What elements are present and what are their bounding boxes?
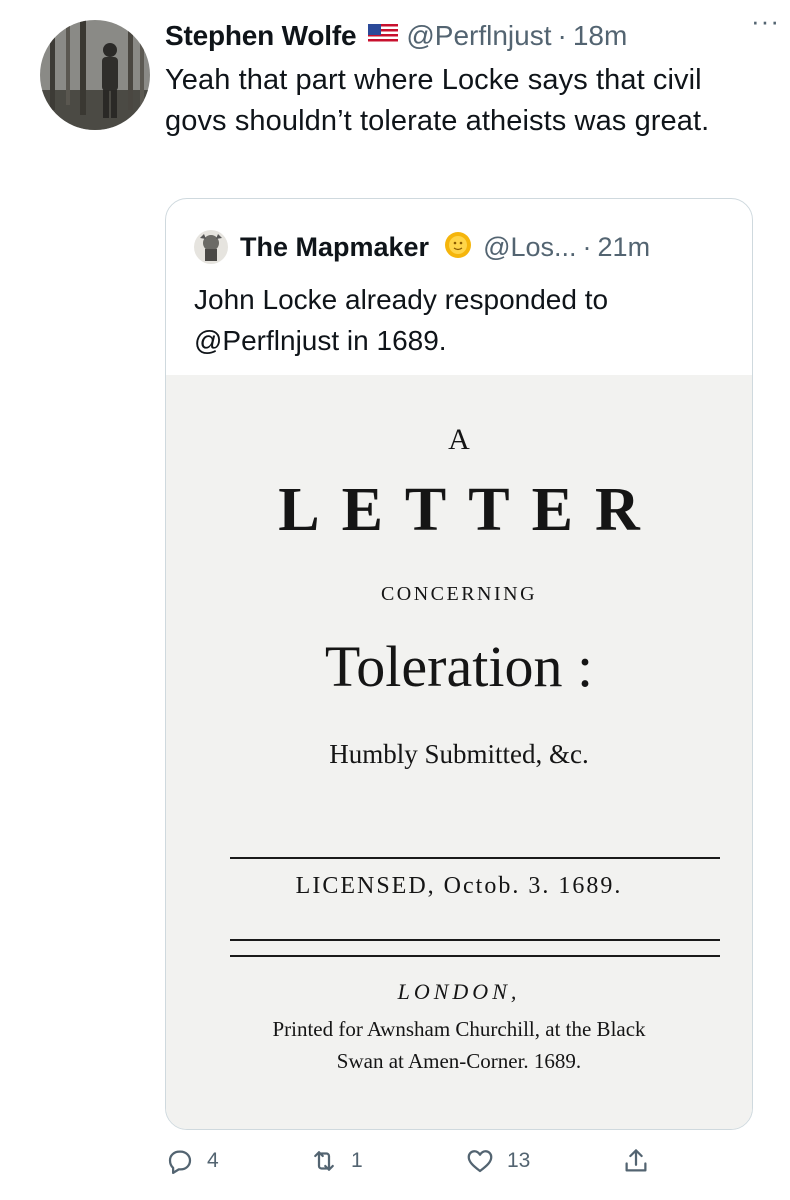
us-flag-icon — [368, 23, 399, 49]
tweet-header: Stephen Wolfe @Perflnjust · 18m — [165, 16, 765, 56]
share-button[interactable] — [621, 1146, 651, 1176]
doc-rule-bottom — [230, 955, 720, 957]
more-options-icon[interactable]: ··· — [751, 6, 780, 37]
doc-line-a: A — [448, 423, 470, 456]
like-count: 13 — [507, 1149, 531, 1172]
retweet-count: 1 — [351, 1149, 363, 1172]
quoted-tweet-header: The Mapmaker @Los... · 21m — [194, 227, 650, 267]
quoted-author-handle[interactable]: @Los... — [483, 232, 576, 263]
quoted-tweet-card[interactable]: The Mapmaker @Los... · 21m John Locke al… — [165, 198, 753, 1130]
quoted-tweet-text: John Locke already responded to @Perflnj… — [194, 284, 609, 356]
heart-icon — [467, 1150, 493, 1173]
doc-line-letter: LETTER — [278, 476, 662, 544]
quoted-tweet-time[interactable]: 21m — [598, 232, 651, 263]
author-name[interactable]: Stephen Wolfe — [165, 20, 357, 52]
tweet-text: Yeah that part where Locke says that civ… — [165, 64, 710, 137]
avatar-photo — [40, 20, 150, 130]
quoted-author-name[interactable]: The Mapmaker — [240, 232, 429, 263]
quoted-tweet-image[interactable]: A LETTER CONCERNING Toleration : Humbly … — [166, 375, 752, 1129]
separator-dot: · — [557, 20, 567, 51]
reply-count: 4 — [207, 1149, 219, 1172]
reply-icon — [168, 1150, 192, 1174]
share-icon — [625, 1149, 647, 1172]
doc-line-toleration: Toleration : — [324, 634, 594, 699]
like-button[interactable]: 13 — [465, 1146, 530, 1176]
doc-line-london: LONDON, — [397, 979, 521, 1004]
tweet-time[interactable]: 18m — [573, 20, 627, 52]
doc-line-humbly: Humbly Submitted, &c. — [329, 739, 589, 769]
sun-face-icon — [443, 230, 473, 265]
quoted-avatar-image — [194, 230, 228, 264]
retweet-button[interactable]: 1 — [309, 1146, 363, 1176]
retweet-icon — [314, 1151, 334, 1171]
reply-button[interactable]: 4 — [165, 1146, 219, 1176]
author-handle[interactable]: @Perflnjust — [406, 20, 551, 52]
doc-line-swan: Swan at Amen-Corner. 1689. — [336, 1049, 582, 1073]
doc-line-printed: Printed for Awnsham Churchill, at the Bl… — [272, 1017, 646, 1041]
doc-rule-top — [230, 857, 720, 859]
quoted-separator-dot: · — [582, 231, 592, 262]
author-avatar[interactable] — [40, 20, 150, 130]
doc-line-concerning: CONCERNING — [380, 583, 538, 605]
doc-rule-middle — [230, 939, 720, 941]
tweet-action-bar: 4 1 13 — [165, 1146, 665, 1182]
doc-line-licensed: LICENSED, Octob. 3. 1689. — [295, 873, 623, 899]
quoted-author-avatar[interactable] — [194, 230, 228, 264]
